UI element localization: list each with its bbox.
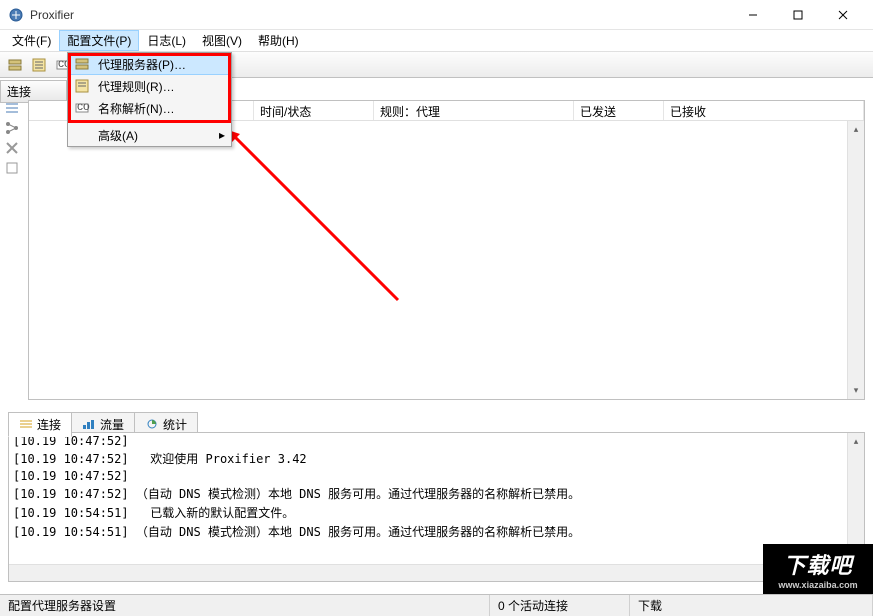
tab-traffic-icon — [82, 418, 96, 432]
svg-text:com: com — [77, 100, 90, 113]
column-header-sent[interactable]: 已发送 — [574, 101, 664, 120]
column-header-time[interactable]: 时间/状态 — [254, 101, 374, 120]
dropdown-label: 高级(A) — [98, 127, 138, 144]
menubar: 文件(F) 配置文件(P) 日志(L) 视图(V) 帮助(H) — [0, 30, 873, 52]
dropdown-proxy-rules[interactable]: 代理规则(R)… — [68, 75, 231, 97]
column-header-rule[interactable]: 规则：代理 — [374, 101, 574, 120]
rules-icon — [74, 78, 90, 94]
tab-label: 流量 — [100, 416, 124, 433]
dropdown-label: 名称解析(N)… — [98, 100, 175, 117]
dropdown-name-resolution[interactable]: com 名称解析(N)… — [68, 97, 231, 119]
menu-view[interactable]: 视图(V) — [194, 30, 250, 51]
profile-dropdown: 代理服务器(P)… 代理规则(R)… com 名称解析(N)… 高级(A) ▸ — [67, 52, 232, 147]
close-button[interactable] — [820, 1, 865, 29]
window-controls — [730, 1, 865, 29]
menu-help[interactable]: 帮助(H) — [250, 30, 307, 51]
statusbar: 配置代理服务器设置 0 个活动连接 下载 — [0, 594, 873, 616]
status-connections: 0 个活动连接 — [490, 595, 630, 616]
tab-connections-icon — [19, 418, 33, 432]
minimize-button[interactable] — [730, 1, 775, 29]
log-horizontal-scrollbar[interactable] — [9, 564, 847, 581]
submenu-arrow-icon: ▸ — [219, 128, 225, 142]
watermark-url: www.xiazaiba.com — [778, 580, 857, 590]
log-line: [10.19 10:54:51] （自动 DNS 模式检测）本地 DNS 服务可… — [9, 522, 864, 541]
blank-icon — [74, 127, 90, 143]
log-line: [10.19 10:47:52] 欢迎使用 Proxifier 3.42 — [9, 449, 864, 468]
titlebar: Proxifier — [0, 0, 873, 30]
watermark: 下载吧 www.xiazaiba.com — [763, 544, 873, 594]
dropdown-label: 代理服务器(P)… — [98, 56, 186, 73]
side-toolbar — [4, 100, 24, 176]
menu-profile[interactable]: 配置文件(P) — [59, 30, 139, 51]
tab-label: 连接 — [37, 416, 61, 433]
tab-label: 统计 — [163, 416, 187, 433]
status-download: 下载 — [630, 595, 873, 616]
watermark-text: 下载吧 — [783, 548, 852, 580]
log-line: [10.19 10:47:52] — [9, 433, 864, 449]
scroll-up-icon[interactable]: ▴ — [848, 433, 864, 450]
menu-log[interactable]: 日志(L) — [139, 30, 194, 51]
dropdown-proxy-servers[interactable]: 代理服务器(P)… — [68, 53, 231, 75]
scroll-down-icon[interactable]: ▾ — [848, 382, 864, 399]
tab-stats-icon — [145, 418, 159, 432]
log-line: [10.19 10:47:52] — [9, 468, 864, 484]
column-header-received[interactable]: 已接收 — [664, 101, 864, 120]
log-line: [10.19 10:47:52] （自动 DNS 模式检测）本地 DNS 服务可… — [9, 484, 864, 503]
toolbar-proxy-servers-icon[interactable] — [4, 54, 26, 76]
dns-icon: com — [74, 100, 90, 116]
log-line: [10.19 10:54:51] 已载入新的默认配置文件。 — [9, 503, 864, 522]
side-refresh-icon[interactable] — [4, 160, 20, 176]
tab-connections[interactable]: 连接 — [8, 412, 72, 437]
toolbar-rules-icon[interactable] — [28, 54, 50, 76]
dropdown-separator — [72, 121, 227, 122]
vertical-scrollbar[interactable]: ▴ ▾ — [847, 121, 864, 399]
dropdown-label: 代理规则(R)… — [98, 78, 175, 95]
side-tree-icon[interactable] — [4, 120, 20, 136]
scroll-up-icon[interactable]: ▴ — [848, 121, 864, 138]
app-icon — [8, 7, 24, 23]
menu-file[interactable]: 文件(F) — [4, 30, 59, 51]
side-close-icon[interactable] — [4, 140, 20, 156]
maximize-button[interactable] — [775, 1, 820, 29]
window-title: Proxifier — [30, 8, 730, 22]
dropdown-advanced[interactable]: 高级(A) ▸ — [68, 124, 231, 146]
servers-icon — [74, 56, 90, 72]
log-panel: [10.19 10:47:52] [10.19 10:47:52] 欢迎使用 P… — [8, 432, 865, 582]
status-left: 配置代理服务器设置 — [0, 595, 490, 616]
side-list-icon[interactable] — [4, 100, 20, 116]
